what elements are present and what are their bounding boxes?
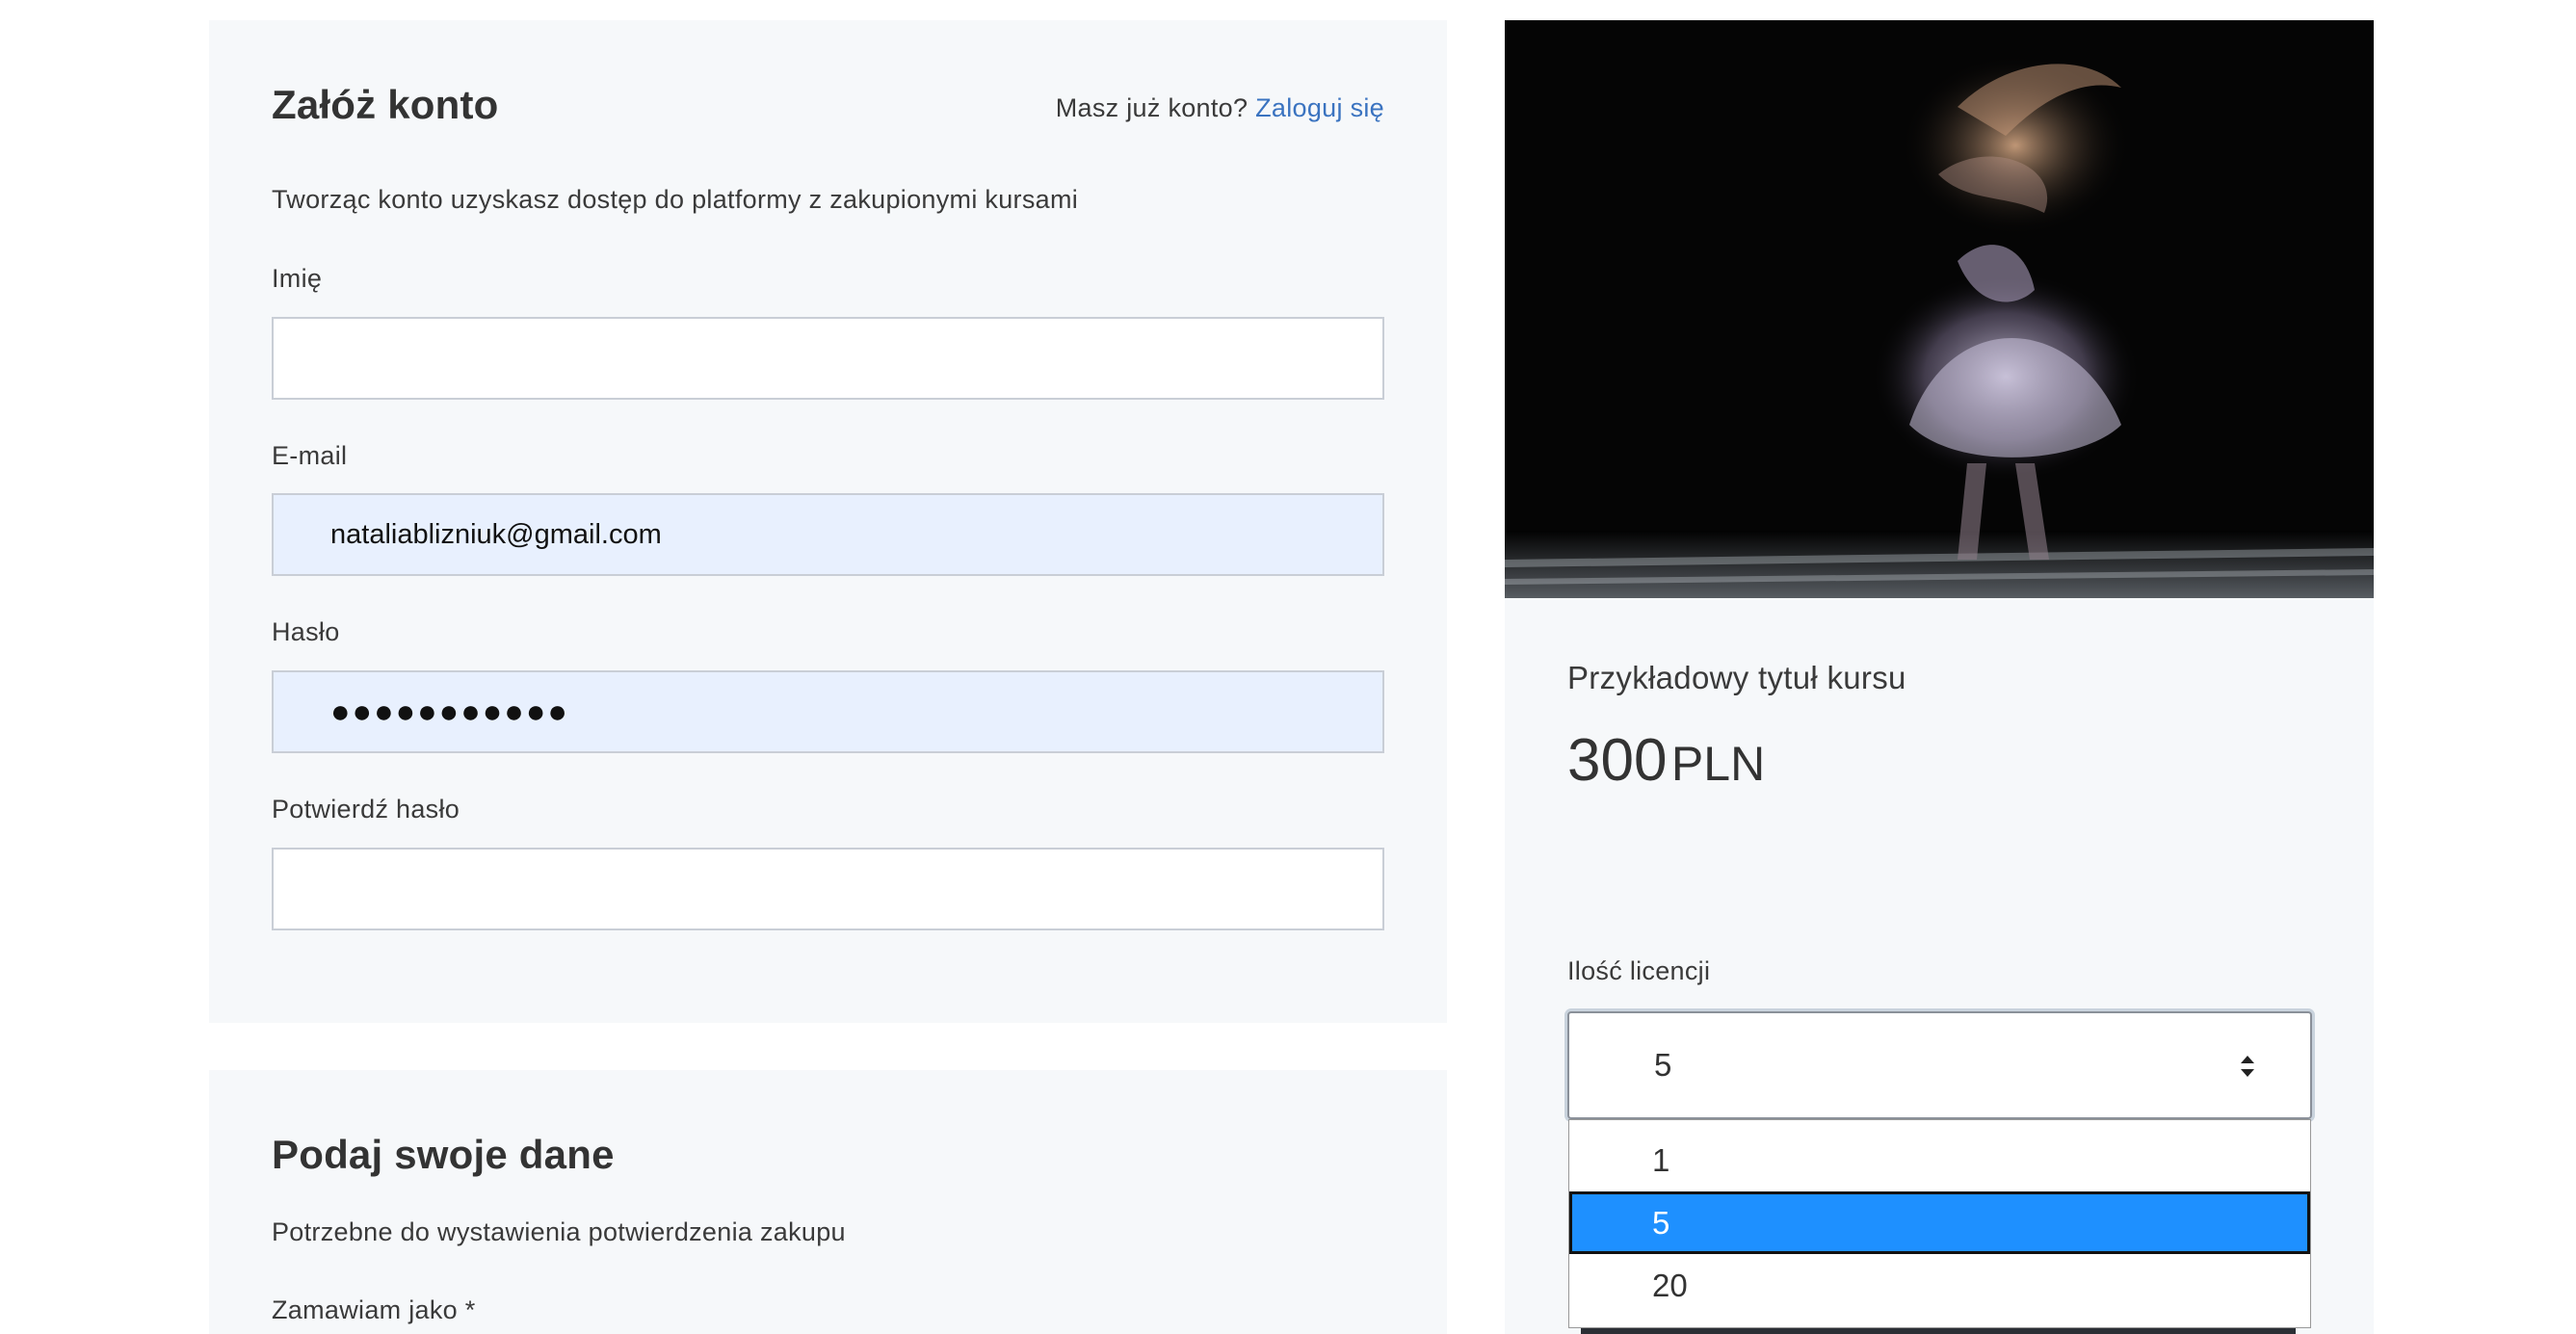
login-link[interactable]: Zaloguj się <box>1255 93 1384 122</box>
licenses-selected-value: 5 <box>1654 1047 1672 1083</box>
email-input[interactable]: nataliablizniuk@gmail.com <box>272 493 1384 576</box>
create-account-description: Tworząc konto uzyskasz dostęp do platfor… <box>272 185 1079 214</box>
course-image <box>1505 20 2374 598</box>
have-account-text: Masz już konto? <box>1055 93 1249 122</box>
licenses-option[interactable]: 1 <box>1569 1129 2310 1191</box>
licenses-label: Ilość licencji <box>1567 956 1711 985</box>
first-name-label: Imię <box>272 264 323 293</box>
licenses-option-selected[interactable]: 5 <box>1569 1191 2310 1254</box>
personal-details-description: Potrzebne do wystawienia potwierdzenia z… <box>272 1217 846 1246</box>
password-value: ●●●●●●●●●●● <box>330 693 569 730</box>
personal-details-title: Podaj swoje dane <box>272 1132 615 1177</box>
login-prompt: Masz już konto? Zaloguj się <box>1056 93 1384 123</box>
licenses-dropdown-list: 1 5 20 <box>1568 1119 2311 1328</box>
personal-details-panel: Podaj swoje dane Potrzebne do wystawieni… <box>209 1070 1447 1334</box>
licenses-select[interactable]: 5 <box>1567 1011 2312 1119</box>
create-account-title: Załóż konto <box>272 82 499 127</box>
order-as-label: Zamawiam jako * <box>272 1295 476 1324</box>
confirm-password-label: Potwierdź hasło <box>272 795 460 824</box>
course-title: Przykładowy tytuł kursu <box>1567 660 1906 695</box>
price-amount: 300 <box>1567 727 1668 794</box>
password-input[interactable]: ●●●●●●●●●●● <box>272 670 1384 753</box>
password-label: Hasło <box>272 617 340 646</box>
course-summary-panel: Przykładowy tytuł kursu 300 PLN Ilość li… <box>1505 20 2374 1334</box>
course-price: 300 PLN <box>1567 726 1765 795</box>
licenses-option[interactable]: 20 <box>1569 1254 2310 1317</box>
price-currency: PLN <box>1670 737 1766 791</box>
select-arrows-icon <box>2241 1056 2254 1077</box>
confirm-password-input[interactable] <box>272 848 1384 930</box>
email-label: E-mail <box>272 441 348 470</box>
create-account-panel: Załóż konto Masz już konto? Zaloguj się … <box>209 20 1447 1023</box>
dancer-photo <box>1505 20 2374 598</box>
submit-button[interactable] <box>1581 1328 2296 1334</box>
first-name-input[interactable] <box>272 317 1384 400</box>
